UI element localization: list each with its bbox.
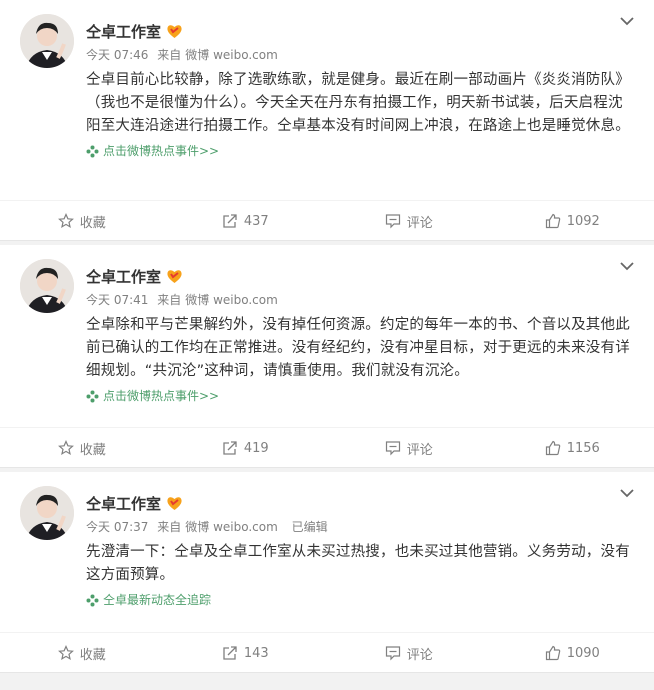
like-button[interactable]: 1090 [491,633,654,673]
repost-button[interactable]: 437 [164,201,328,241]
comment-button[interactable]: 评论 [327,428,491,468]
comment-label: 评论 [406,215,433,231]
source-prefix: 来自 [157,48,182,62]
chevron-down-icon[interactable] [618,484,636,502]
like-icon [545,440,560,456]
vip-badge-icon [167,25,182,38]
author-name[interactable]: 仝卓工作室 [86,21,161,42]
comment-button[interactable]: 评论 [327,633,491,673]
star-icon [57,440,74,456]
like-icon [545,213,560,229]
post-meta: 今天 07:37 来自 微博 weibo.com 已编辑 [86,519,632,535]
topic-icon [86,390,99,402]
favorite-button[interactable]: 收藏 [0,633,164,673]
vip-badge-icon [167,270,182,283]
star-icon [57,645,74,661]
avatar[interactable] [20,259,74,313]
favorite-label: 收藏 [79,215,106,231]
action-bar: 收藏 419 评论 1156 [0,427,654,468]
post-card: 仝卓工作室 今天 07:46 来自 微博 weibo.com 仝卓目前心比较静，除… [0,0,654,241]
repost-icon [223,441,237,455]
post-time[interactable]: 今天 07:37 [86,520,148,534]
favorite-button[interactable]: 收藏 [0,201,164,241]
repost-button[interactable]: 143 [164,633,328,673]
post-source[interactable]: 微博 weibo.com [185,293,278,307]
favorite-button[interactable]: 收藏 [0,428,164,468]
comment-icon [385,214,400,229]
repost-count: 437 [243,213,269,229]
repost-count: 419 [243,440,269,456]
post-card: 仝卓工作室 今天 07:41 来自 微博 weibo.com 仝卓除和平与芒果解约… [0,245,654,468]
weibo-feed: 仝卓工作室 今天 07:46 来自 微博 weibo.com 仝卓目前心比较静，除… [0,0,654,673]
like-count: 1156 [566,440,600,456]
post-meta: 今天 07:41 来自 微博 weibo.com [86,292,632,308]
author-name[interactable]: 仝卓工作室 [86,493,161,514]
comment-label: 评论 [406,442,433,458]
repost-icon [223,214,237,228]
edited-label[interactable]: 已编辑 [292,520,328,534]
like-count: 1092 [566,213,600,229]
topic-icon [86,145,99,157]
source-prefix: 来自 [157,293,182,307]
topic-label: 仝卓最新动态全追踪 [103,593,212,607]
repost-icon [223,646,237,660]
favorite-label: 收藏 [79,647,106,663]
topic-link[interactable]: 点击微博热点事件>> [86,142,632,160]
post-text: 仝卓除和平与芒果解约外，没有掉任何资源。约定的每年一本的书、个音以及其他此前已确… [86,317,630,379]
comment-icon [385,646,400,661]
like-count: 1090 [566,645,600,661]
author-name[interactable]: 仝卓工作室 [86,266,161,287]
favorite-label: 收藏 [79,442,106,458]
chevron-down-icon[interactable] [618,257,636,275]
post-text: 仝卓目前心比较静，除了选歌练歌，就是健身。最近在刷一部动画片《炎炎消防队》（我也… [86,72,630,134]
comment-label: 评论 [406,647,433,663]
topic-link[interactable]: 点击微博热点事件>> [86,387,632,405]
like-icon [545,645,560,661]
comment-button[interactable]: 评论 [327,201,491,241]
action-bar: 收藏 437 评论 1092 [0,200,654,241]
avatar[interactable] [20,486,74,540]
post-meta: 今天 07:46 来自 微博 weibo.com [86,47,632,63]
star-icon [57,213,74,229]
vip-badge-icon [167,497,182,510]
post-text: 先澄清一下：仝卓及仝卓工作室从未买过热搜，也未买过其他营销。义务劳动，没有这方面… [86,544,630,583]
post-source[interactable]: 微博 weibo.com [185,48,278,62]
topic-icon [86,594,99,606]
topic-label: 点击微博热点事件>> [103,389,220,403]
like-button[interactable]: 1156 [491,428,654,468]
topic-link[interactable]: 仝卓最新动态全追踪 [86,591,632,609]
action-bar: 收藏 143 评论 1090 [0,632,654,673]
topic-label: 点击微博热点事件>> [103,144,220,158]
source-prefix: 来自 [157,520,182,534]
post-time[interactable]: 今天 07:41 [86,293,148,307]
post-source[interactable]: 微博 weibo.com [185,520,278,534]
post-card: 仝卓工作室 今天 07:37 来自 微博 weibo.com 已编辑 先澄清一下：… [0,472,654,673]
avatar[interactable] [20,14,74,68]
repost-count: 143 [243,645,269,661]
comment-icon [385,441,400,456]
repost-button[interactable]: 419 [164,428,328,468]
post-time[interactable]: 今天 07:46 [86,48,148,62]
like-button[interactable]: 1092 [491,201,654,241]
chevron-down-icon[interactable] [618,12,636,30]
